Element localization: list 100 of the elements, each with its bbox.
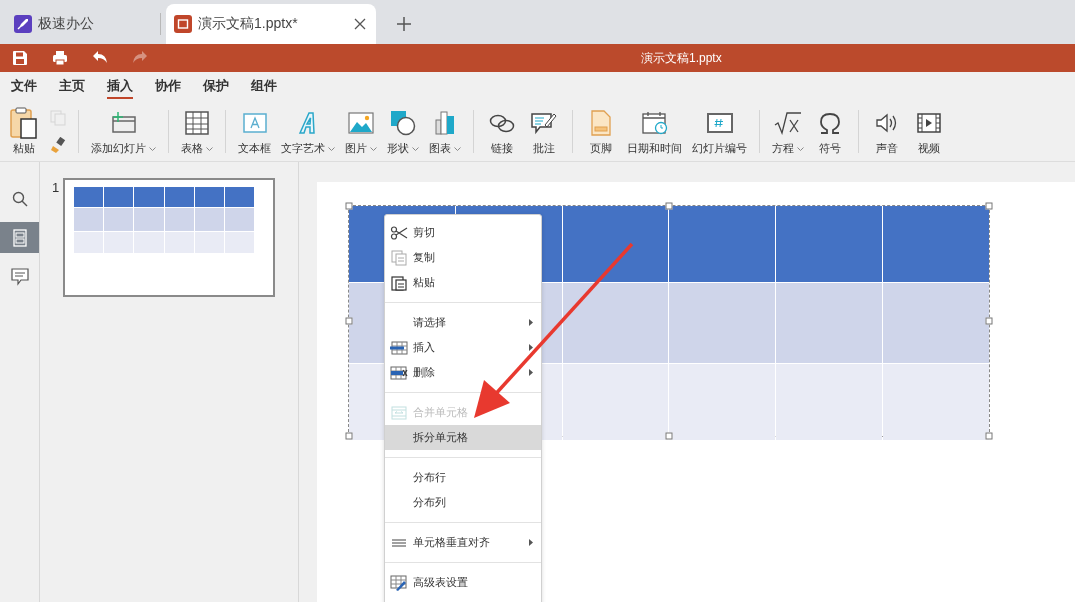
caret-icon: [797, 146, 804, 151]
resize-handle[interactable]: [345, 432, 353, 440]
calendar-clock-icon: [641, 111, 668, 135]
ribbon-button[interactable]: 视频: [911, 104, 947, 159]
menu-tab[interactable]: 协作: [144, 71, 192, 101]
ribbon-button[interactable]: 幻灯片编号: [690, 104, 749, 159]
clipboard-icon: [10, 107, 38, 139]
table-cell: [134, 208, 164, 231]
square-root-icon: [774, 111, 802, 135]
app-tab[interactable]: 演示文稿1.pptx*: [166, 4, 376, 44]
table-cell: [164, 232, 194, 253]
menu-item[interactable]: 单元格垂直对齐: [385, 530, 541, 555]
image-icon: [348, 112, 374, 134]
resize-handle[interactable]: [665, 432, 673, 440]
caret-icon: [412, 146, 419, 151]
caret-icon: [454, 146, 461, 151]
menu-tab[interactable]: 文件: [0, 71, 48, 101]
ribbon-button[interactable]: 表格: [179, 104, 215, 159]
table-cell: [134, 187, 164, 207]
slides-file-icon: [174, 15, 192, 33]
caret-icon: [370, 146, 377, 151]
menu-item[interactable]: 分布列: [385, 490, 541, 515]
table-cell: [104, 187, 134, 207]
numbered-slide-icon: [706, 113, 733, 133]
undo-icon[interactable]: [92, 50, 108, 64]
scissors-icon: [390, 225, 408, 240]
submenu-arrow-icon: [529, 344, 533, 351]
table-cell: [224, 232, 255, 253]
table-cell: [104, 232, 134, 253]
table-settings-icon: [390, 574, 408, 591]
copy-icon: [391, 249, 407, 266]
ribbon-button[interactable]: 页脚: [583, 104, 619, 159]
ribbon-button[interactable]: 图片: [343, 104, 379, 159]
table-cell: [164, 187, 194, 207]
resize-handle[interactable]: [345, 202, 353, 210]
ribbon-button[interactable]: 符号: [812, 104, 848, 159]
submenu-arrow-icon: [529, 319, 533, 326]
comment-icon: [10, 267, 29, 286]
slide-thumbnail[interactable]: [63, 178, 275, 297]
film-icon: [917, 113, 941, 133]
ribbon-button[interactable]: 批注: [526, 104, 562, 159]
table-cell: [134, 232, 164, 253]
search-icon: [11, 190, 28, 207]
ribbon-button[interactable]: 图表: [427, 104, 463, 159]
brush-icon[interactable]: [50, 137, 66, 154]
speaker-icon: [876, 113, 898, 133]
table-merge-icon: [391, 405, 407, 420]
menu-tab[interactable]: 保护: [192, 71, 240, 101]
submenu-arrow-icon: [529, 369, 533, 376]
ribbon-button[interactable]: 文字艺术: [279, 104, 337, 159]
ribbon-button[interactable]: 声音: [869, 104, 905, 159]
menu-item[interactable]: 删除: [385, 360, 541, 385]
menu-tab[interactable]: 主页: [48, 71, 96, 101]
save-icon[interactable]: [12, 50, 28, 66]
menu-item[interactable]: 高级表设置: [385, 570, 541, 595]
table-cell: [194, 232, 224, 253]
resize-handle[interactable]: [985, 202, 993, 210]
menu-item[interactable]: 拆分单元格: [385, 425, 541, 450]
bar-chart-icon: [434, 110, 456, 136]
menu-item[interactable]: 剪切: [385, 220, 541, 245]
table-cell: [224, 208, 255, 231]
menu-tab[interactable]: 组件: [240, 71, 288, 101]
side-button[interactable]: [0, 222, 39, 253]
plus-icon[interactable]: [397, 17, 411, 31]
ribbon-button[interactable]: 文本框: [236, 104, 273, 159]
table-cell: [194, 208, 224, 231]
resize-handle[interactable]: [985, 432, 993, 440]
table-cell: [164, 208, 194, 231]
menu-item[interactable]: 分布行: [385, 465, 541, 490]
resize-handle[interactable]: [345, 317, 353, 325]
omega-icon: [819, 112, 841, 134]
close-icon[interactable]: [354, 18, 366, 30]
caret-icon: [328, 146, 335, 151]
resize-handle[interactable]: [665, 202, 673, 210]
ribbon-button[interactable]: 添加幻灯片: [89, 104, 158, 159]
printer-icon[interactable]: [52, 50, 68, 66]
slides-panel-icon: [12, 228, 27, 247]
table-cell: [194, 187, 224, 207]
caret-icon: [206, 146, 213, 151]
slide-number: 1: [52, 179, 59, 197]
footer-page-icon: [591, 110, 611, 136]
table-insert-icon: [390, 340, 408, 355]
menu-item[interactable]: 插入: [385, 335, 541, 360]
caret-icon: [149, 146, 156, 151]
ribbon-button[interactable]: 粘贴: [6, 104, 42, 159]
ribbon-button[interactable]: 方程: [770, 104, 806, 159]
shapes-icon: [390, 110, 416, 136]
submenu-arrow-icon: [529, 539, 533, 546]
menu-item[interactable]: 复制: [385, 245, 541, 270]
menu-item[interactable]: 请选择: [385, 310, 541, 335]
menu-item[interactable]: 粘贴: [385, 270, 541, 295]
ribbon-button[interactable]: 日期和时间: [625, 104, 684, 159]
text-box-icon: [242, 113, 267, 133]
ribbon-button[interactable]: 链接: [484, 104, 520, 159]
app-tab[interactable]: 极速办公: [12, 4, 160, 44]
ribbon-button[interactable]: 形状: [385, 104, 421, 159]
window-title: 演示文稿1.pptx: [641, 49, 722, 67]
slide-add-icon: [110, 111, 137, 135]
resize-handle[interactable]: [985, 317, 993, 325]
table-cell: [104, 208, 134, 231]
